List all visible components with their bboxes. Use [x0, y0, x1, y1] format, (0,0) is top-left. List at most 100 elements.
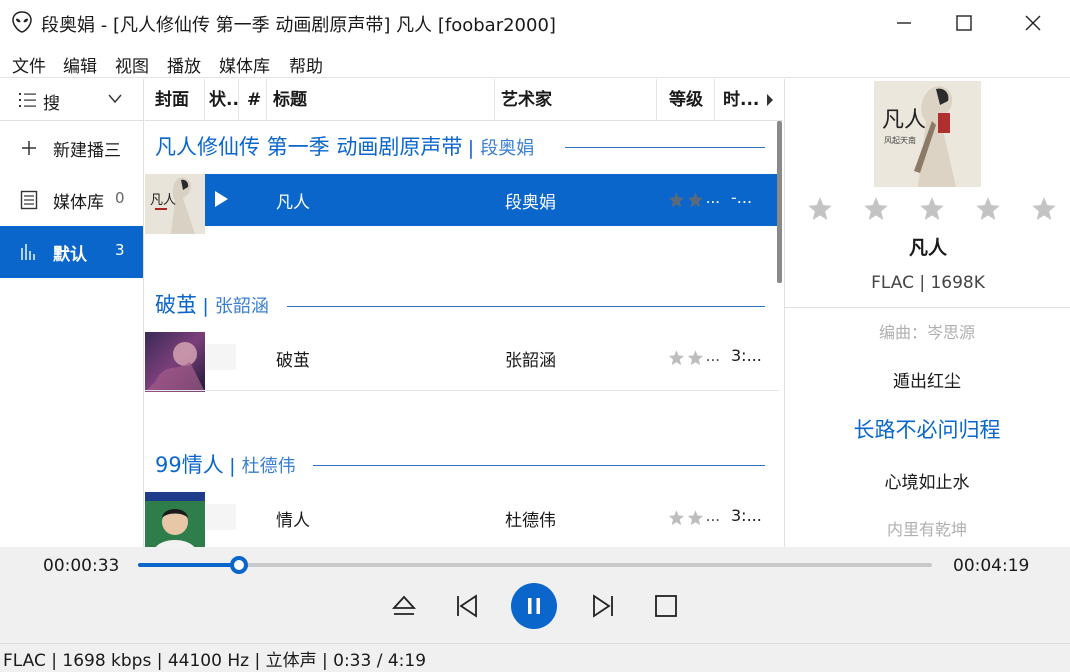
track-artist: 段奥娟 [505, 193, 556, 213]
menu-file[interactable]: 文件 [12, 52, 46, 77]
minimize-icon [897, 22, 911, 24]
column-cover[interactable]: 封面 [145, 79, 205, 121]
track-artist: 杜德伟 [505, 511, 556, 531]
pause-button[interactable] [511, 583, 557, 629]
column-artist[interactable]: 艺术家 [495, 79, 657, 121]
next-button[interactable] [586, 588, 622, 624]
sidebar-item-new-playlist[interactable]: 新建播三 [0, 122, 143, 174]
stop-icon [655, 595, 677, 617]
star-icon[interactable] [807, 196, 833, 222]
album-group-header[interactable]: 破茧 | 张韶涵 [155, 289, 269, 319]
sidebar-search-dropdown[interactable]: 搜 [0, 79, 143, 121]
previous-icon [457, 594, 477, 618]
track-time: 3:... [731, 346, 762, 365]
track-title: 破茧 [276, 351, 310, 371]
eject-button[interactable] [386, 588, 422, 624]
menu-edit[interactable]: 编辑 [63, 52, 97, 77]
menu-bar: 文件 编辑 视图 播放 媒体库 帮助 [0, 46, 1070, 78]
track-rating[interactable]: ... [668, 348, 720, 368]
column-status[interactable]: 状.. [205, 79, 239, 121]
menu-playback[interactable]: 播放 [167, 52, 201, 77]
svg-text:风起天南: 风起天南 [884, 135, 916, 145]
bars-icon [21, 244, 35, 260]
status-cell [206, 504, 236, 530]
now-playing-panel: 凡人 风起天南 凡人 FLAC | 1698K 编曲：岑思源 遁出红尘 长路不必… [784, 79, 1070, 547]
maximize-button[interactable] [931, 0, 997, 46]
seek-bar[interactable] [138, 556, 932, 574]
window-title: 段奥娟 - [凡人修仙传 第一季 动画剧原声带] 凡人 [foobar2000] [41, 15, 556, 36]
star-icon [668, 192, 685, 208]
column-rating[interactable]: 等级 [657, 79, 715, 121]
group-album: 破茧 [155, 293, 197, 317]
playlist-scrollbar[interactable] [777, 121, 782, 283]
seek-handle[interactable] [230, 556, 248, 574]
track-time: -... [731, 188, 753, 207]
group-artist: 张韶涵 [214, 296, 269, 317]
album-cover-image: 凡人 [145, 174, 205, 234]
star-icon[interactable] [863, 196, 889, 222]
status-text: FLAC | 1698 kbps | 44100 Hz | 立体声 | 0:33… [3, 651, 427, 671]
column-title[interactable]: 标题 [267, 79, 495, 121]
track-title: 凡人 [276, 193, 310, 213]
star-icon [687, 350, 703, 366]
track-artist: 张韶涵 [505, 351, 556, 371]
maximize-icon [956, 15, 972, 31]
lyric-line: 内里有乾坤 [886, 520, 967, 539]
sidebar-item-default[interactable]: 默认 3 [0, 226, 143, 278]
menu-view[interactable]: 视图 [115, 52, 149, 77]
sidebar: 搜 新建播三 媒体库 0 默认 3 [0, 79, 144, 547]
menu-help[interactable]: 帮助 [289, 52, 323, 77]
elapsed-time: 00:00:33 [43, 556, 120, 576]
group-artist: 杜德伟 [241, 456, 296, 477]
close-button[interactable] [1000, 0, 1066, 46]
track-rating[interactable]: ... [668, 190, 720, 210]
star-icon[interactable] [919, 196, 945, 222]
group-separator: | [229, 455, 242, 477]
group-album: 99情人 [155, 453, 224, 477]
group-album: 凡人修仙传 第一季 动画剧原声带 [155, 135, 463, 159]
track-time: 3:... [731, 506, 762, 525]
chevron-down-icon [108, 94, 122, 104]
group-artist: 段奥娟 [480, 138, 535, 159]
now-playing-rating[interactable] [807, 196, 1057, 222]
star-icon[interactable] [975, 196, 1001, 222]
group-divider-line [565, 147, 765, 148]
group-divider-line [313, 465, 765, 466]
next-icon [593, 594, 613, 618]
album-group-header[interactable]: 凡人修仙传 第一季 动画剧原声带 | 段奥娟 [155, 131, 534, 161]
star-icon[interactable] [1031, 196, 1057, 222]
sidebar-item-label: 默认 [53, 245, 87, 265]
sidebar-item-label: 媒体库 [53, 193, 104, 213]
now-playing-format: FLAC | 1698K [871, 273, 985, 293]
star-icon [687, 192, 703, 208]
sidebar-item-label: 新建播三 [53, 141, 121, 161]
album-cover-image [145, 492, 205, 547]
sidebar-item-library[interactable]: 媒体库 0 [0, 174, 143, 226]
stop-button[interactable] [648, 588, 684, 624]
total-time: 00:04:19 [953, 556, 1030, 576]
group-divider-line [287, 306, 765, 307]
group-separator: | [202, 295, 215, 317]
transport-bar: 00:00:33 00:04:19 [0, 547, 1070, 643]
status-bar: FLAC | 1698 kbps | 44100 Hz | 立体声 | 0:33… [0, 643, 1070, 672]
track-row[interactable]: 情人 杜德伟 ... 3:... [145, 492, 779, 547]
seek-progress [138, 563, 239, 567]
chevron-right-icon[interactable] [765, 92, 775, 108]
column-header: 封面 状.. # 标题 艺术家 等级 时... [145, 79, 783, 121]
column-number[interactable]: # [239, 79, 267, 121]
sidebar-search-label: 搜 [43, 94, 60, 114]
album-cover-image [145, 332, 205, 392]
minimize-button[interactable] [871, 0, 937, 46]
track-row[interactable]: 凡人 凡人 段奥娟 ... -... [145, 174, 779, 234]
alien-icon [12, 11, 32, 33]
eject-icon [391, 595, 417, 615]
menu-library[interactable]: 媒体库 [219, 52, 270, 77]
album-group-header[interactable]: 99情人 | 杜德伟 [155, 449, 296, 479]
previous-button[interactable] [448, 588, 484, 624]
track-rating[interactable]: ... [668, 508, 720, 528]
column-time[interactable]: 时... [715, 79, 763, 121]
panel-divider [785, 307, 1070, 308]
track-row[interactable]: 破茧 张韶涵 ... 3:... [145, 332, 779, 392]
svg-text:凡人: 凡人 [882, 108, 926, 133]
plus-icon [22, 141, 36, 155]
